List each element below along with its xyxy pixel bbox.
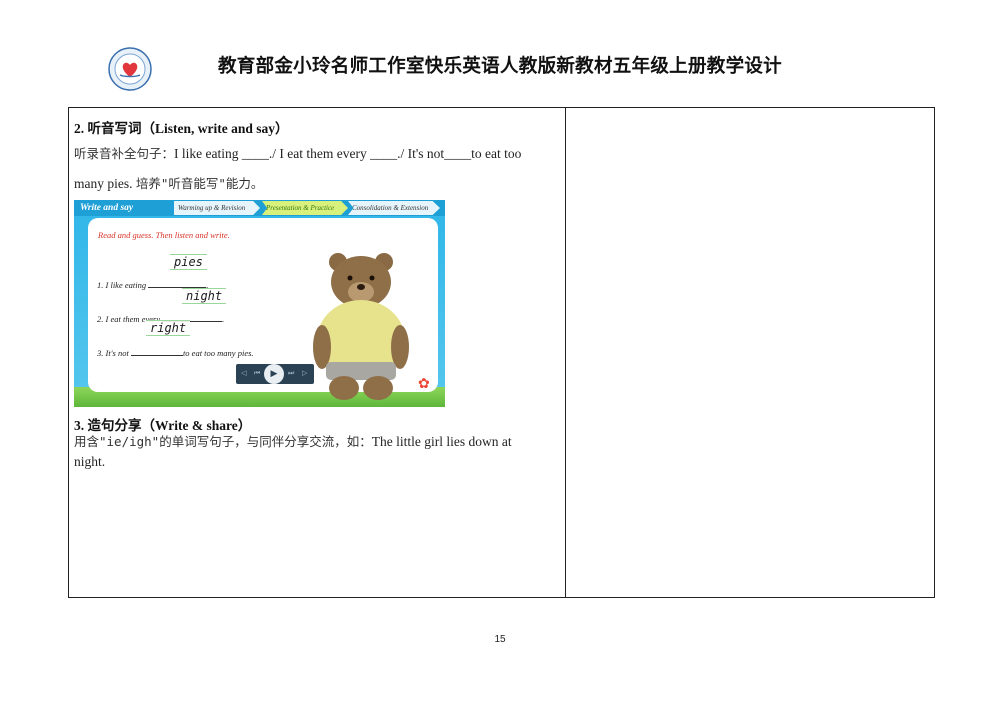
goal-cn: 培养"听音能写"能力。 (135, 176, 264, 191)
player-skip-back-icon[interactable]: ⏮ (254, 369, 260, 378)
flower-icon: ✿ (418, 376, 430, 392)
page-number: 15 (494, 634, 506, 645)
section-listen-write-text: 听录音补全句子：I like eating ____./ I eat them … (74, 139, 559, 199)
share-example-en: The little girl lies down at (371, 434, 512, 449)
slide-instruction: Read and guess. Then listen and write. (98, 230, 230, 240)
slide-title-tab: Write and say (80, 203, 134, 213)
instruction-cn: 听录音补全句子： (74, 146, 175, 161)
q1-answer: pies (170, 254, 207, 270)
page-title: 教育部金小玲名师工作室快乐英语人教版新教材五年级上册教学设计 (217, 56, 782, 77)
q3-prefix: 3. It's not (97, 348, 129, 358)
table-column-divider (565, 107, 567, 598)
audio-player: ◁ ⏮ ▶ ⏭ ▷ (236, 364, 314, 384)
bear-illustration (313, 253, 409, 400)
q3-answer: right (146, 320, 191, 336)
share-instruction-cn: 用含"ie/igh"的单词写句子，与同伴分享交流，如： (74, 434, 372, 449)
player-skip-forward-icon[interactable]: ⏭ (288, 369, 294, 378)
q1-prefix: 1. I like eating (97, 280, 147, 290)
studio-logo (108, 47, 152, 91)
q2-answer: night (182, 288, 227, 304)
slide-question-3: 3. It's not to eat too many pies. (97, 348, 254, 358)
slide-tab-consolidation: Consolidation & Extension (348, 201, 440, 215)
q3-suffix: to eat too many pies. (182, 348, 254, 358)
lesson-slide-image: Write and say Warming up & Revision Pres… (74, 200, 445, 407)
sentence-continuation: many pies. (74, 176, 133, 191)
slide-tab-presentation: Presentation & Practice (262, 201, 348, 215)
share-example-continuation: night. (74, 454, 106, 469)
section-heading-write-share: 3. 造句分享（Write & share） (74, 418, 252, 433)
section-heading-listen-write: 2. 听音写词（Listen, write and say） (74, 121, 289, 136)
player-prev-icon[interactable]: ◁ (241, 369, 246, 377)
play-button[interactable]: ▶ (264, 364, 284, 384)
q3-blank (130, 355, 183, 356)
sentence-blanks: I like eating ____./ I eat them every __… (174, 146, 522, 161)
slide-tab-warming-up: Warming up & Revision (174, 201, 260, 215)
slide-card: Read and guess. Then listen and write. 1… (88, 218, 438, 400)
section-write-share-text: 用含"ie/igh"的单词写句子，与同伴分享交流，如：The little gi… (74, 432, 559, 472)
q2-suffix: . (222, 314, 225, 324)
